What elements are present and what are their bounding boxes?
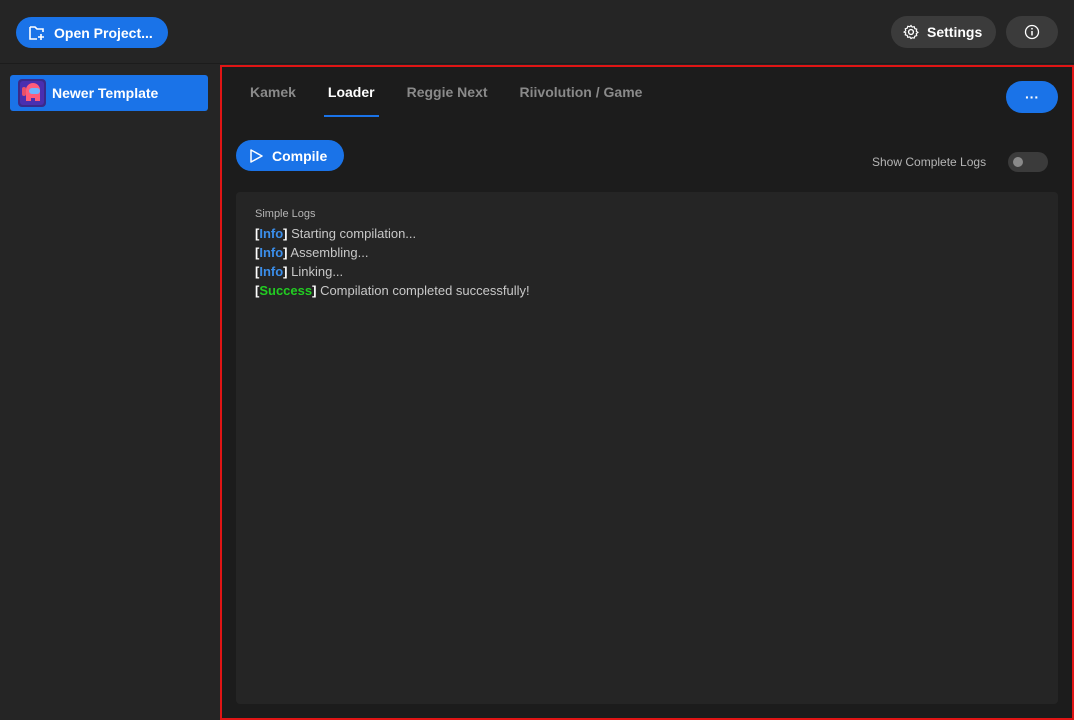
log-line: [Info] Linking... bbox=[255, 264, 344, 279]
show-complete-logs-toggle[interactable] bbox=[1008, 152, 1048, 172]
sidebar: Newer Template bbox=[0, 65, 219, 720]
crewmate-icon bbox=[20, 81, 44, 105]
log-line: [Info] Assembling... bbox=[255, 245, 369, 260]
tab-riivolution-game[interactable]: Riivolution / Game bbox=[516, 67, 647, 117]
tab-loader[interactable]: Loader bbox=[323, 67, 379, 117]
log-text: Assembling... bbox=[287, 245, 369, 260]
log-text: Compilation completed successfully! bbox=[316, 283, 530, 298]
gear-icon bbox=[903, 24, 919, 40]
open-project-label: Open Project... bbox=[54, 24, 153, 41]
compile-button[interactable]: Compile bbox=[236, 140, 344, 171]
log-tag: Info bbox=[259, 245, 284, 260]
settings-label: Settings bbox=[927, 24, 983, 40]
more-options-button[interactable]: ··· bbox=[1006, 81, 1058, 113]
info-icon bbox=[1024, 24, 1040, 40]
compile-label: Compile bbox=[272, 147, 328, 164]
log-tag: Info bbox=[259, 226, 284, 241]
log-line: [Info] Starting compilation... bbox=[255, 226, 417, 241]
show-complete-logs-label: Show Complete Logs bbox=[872, 155, 987, 169]
open-project-button[interactable]: Open Project... bbox=[16, 17, 168, 48]
folder-add-icon bbox=[29, 25, 44, 40]
tab-label: Loader bbox=[327, 84, 375, 100]
tab-bar: Kamek Loader Reggie Next Riivolution / G… bbox=[246, 67, 670, 117]
sidebar-item-newer-template[interactable]: Newer Template bbox=[10, 75, 208, 111]
log-tag: Info bbox=[259, 264, 284, 279]
main-panel: Kamek Loader Reggie Next Riivolution / G… bbox=[220, 65, 1074, 720]
top-bar: Open Project... Settings bbox=[0, 0, 1074, 64]
tab-kamek[interactable]: Kamek bbox=[246, 67, 300, 117]
settings-button[interactable]: Settings bbox=[891, 16, 996, 48]
log-line: [Success] Compilation completed successf… bbox=[255, 283, 530, 298]
play-icon bbox=[250, 148, 263, 163]
log-text: Linking... bbox=[287, 264, 344, 279]
more-icon: ··· bbox=[1025, 89, 1039, 105]
tab-label: Riivolution / Game bbox=[519, 84, 643, 100]
tab-reggie-next[interactable]: Reggie Next bbox=[403, 67, 492, 117]
sidebar-item-label: Newer Template bbox=[52, 85, 159, 101]
tab-label: Kamek bbox=[250, 84, 296, 100]
project-avatar bbox=[18, 79, 46, 107]
log-text: Starting compilation... bbox=[287, 226, 417, 241]
tab-label: Reggie Next bbox=[406, 84, 488, 100]
toggle-knob bbox=[1013, 157, 1023, 167]
log-panel: Simple Logs [Info] Starting compilation.… bbox=[236, 192, 1058, 704]
log-tag: Success bbox=[259, 283, 313, 298]
log-title: Simple Logs bbox=[255, 208, 316, 220]
info-button[interactable] bbox=[1006, 16, 1058, 48]
